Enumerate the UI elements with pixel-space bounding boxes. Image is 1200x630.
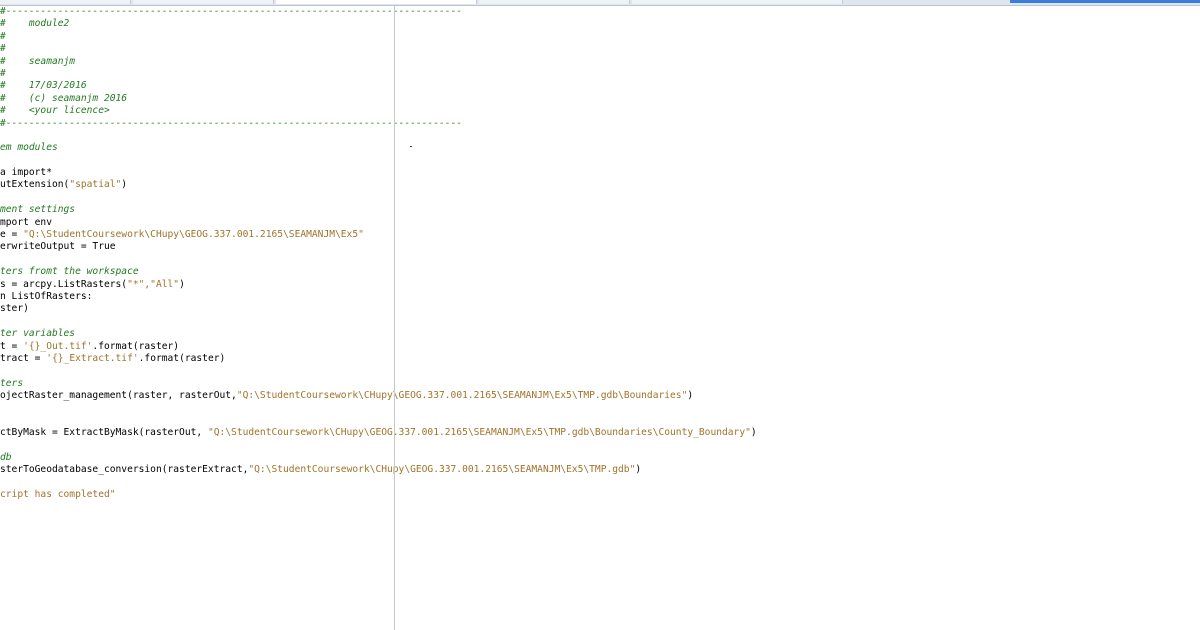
code-line[interactable]: #---------------------------------------… [0, 118, 1200, 130]
code-line[interactable] [0, 365, 1200, 377]
code-line[interactable] [0, 415, 1200, 427]
code-line[interactable]: db [0, 452, 1200, 464]
code-line[interactable]: ter variables [0, 328, 1200, 340]
code-line[interactable] [0, 440, 1200, 452]
code-comment: # [0, 30, 6, 42]
code-token: ojectRaster_management(raster, rasterOut… [0, 390, 237, 402]
code-line[interactable]: ctByMask = ExtractByMask(rasterOut, "Q:\… [0, 427, 1200, 439]
code-line[interactable]: ojectRaster_management(raster, rasterOut… [0, 390, 1200, 402]
code-comment: #---------------------------------------… [0, 6, 463, 17]
code-token: sterToGeodatabase_conversion(rasterExtra… [0, 464, 249, 476]
code-token: .format(raster) [92, 340, 180, 352]
code-comment: db [0, 452, 12, 464]
code-comment: # [0, 43, 6, 55]
code-comment: # [0, 67, 6, 79]
code-string: "Q:\StudentCoursework\CHupy\GEOG.337.001… [207, 427, 751, 439]
code-line[interactable]: # [0, 43, 1200, 55]
code-token: utExtension( [0, 179, 70, 191]
code-token: erwriteOutput = True [0, 241, 116, 253]
code-line[interactable]: # module2 [0, 18, 1200, 30]
text-cursor-marker [410, 146, 412, 147]
code-string: '{}_Extract.tif' [46, 352, 139, 364]
code-line[interactable]: n ListOfRasters: [0, 291, 1200, 303]
code-comment: # 17/03/2016 [0, 80, 87, 92]
code-line[interactable]: # [0, 68, 1200, 80]
code-token: n ListOfRasters: [0, 290, 93, 302]
code-string: "spatial" [69, 179, 122, 191]
code-token: ctByMask = ExtractByMask(rasterOut, [0, 427, 208, 439]
code-token: ) [121, 179, 128, 191]
code-line[interactable] [0, 130, 1200, 142]
code-line[interactable]: # [0, 31, 1200, 43]
code-line[interactable] [0, 155, 1200, 167]
code-token: ster) [0, 303, 29, 315]
code-comment: # module2 [0, 18, 70, 30]
code-token: .format(raster) [138, 352, 226, 364]
code-token: tract = [0, 352, 47, 364]
code-token: ) [635, 464, 642, 476]
code-comment: em modules [0, 142, 58, 154]
code-string: "Q:\StudentCoursework\CHupy\GEOG.337.001… [236, 390, 688, 402]
code-comment: # seamanjm [0, 55, 76, 67]
code-token: mport env [0, 216, 52, 228]
code-token: a import* [0, 167, 52, 179]
code-line[interactable]: #---------------------------------------… [0, 6, 1200, 18]
editor-tab[interactable] [632, 0, 843, 4]
code-line[interactable]: tract = '{}_Extract.tif'.format(raster) [0, 353, 1200, 365]
code-comment: ters fromt the workspace [0, 266, 139, 278]
editor-tab[interactable] [133, 0, 274, 4]
code-token: ) [179, 278, 185, 290]
code-editor-window: #---------------------------------------… [0, 0, 1200, 630]
code-line[interactable]: ster) [0, 303, 1200, 315]
code-line[interactable]: e = "Q:\StudentCoursework\CHupy\GEOG.337… [0, 229, 1200, 241]
right-edge-guide-line [394, 6, 395, 630]
code-string: "Q:\StudentCoursework\CHupy\GEOG.337.001… [248, 464, 636, 476]
code-comment: ters [0, 377, 24, 389]
code-line[interactable]: cript has completed" [0, 489, 1200, 501]
code-line[interactable] [0, 477, 1200, 489]
code-line[interactable]: erwriteOutput = True [0, 241, 1200, 253]
code-string: "*","All" [127, 278, 180, 290]
code-line[interactable] [0, 403, 1200, 415]
code-text-area[interactable]: #---------------------------------------… [0, 6, 1200, 502]
code-comment: #---------------------------------------… [0, 117, 463, 129]
code-string: "Q:\StudentCoursework\CHupy\GEOG.337.001… [23, 229, 364, 241]
editor-tab[interactable] [0, 0, 131, 4]
code-line[interactable] [0, 316, 1200, 328]
code-line[interactable]: ters fromt the workspace [0, 266, 1200, 278]
code-comment: ment settings [0, 204, 76, 216]
code-string: '{}_Out.tif' [23, 340, 93, 352]
code-token: s = arcpy.ListRasters( [0, 278, 128, 290]
code-line[interactable]: em modules [0, 142, 1200, 154]
tab-strip-accent [1010, 0, 1200, 3]
code-line[interactable]: ment settings [0, 204, 1200, 216]
code-line[interactable]: sterToGeodatabase_conversion(rasterExtra… [0, 464, 1200, 476]
code-token: t = [0, 340, 24, 352]
code-comment: ter variables [0, 328, 76, 340]
editor-tab[interactable] [479, 0, 630, 4]
code-token: e = [0, 229, 24, 241]
editor-tab-active[interactable] [276, 0, 477, 4]
code-string: cript has completed" [0, 489, 116, 501]
code-line[interactable]: # seamanjm [0, 56, 1200, 68]
code-line[interactable]: # <your licence> [0, 105, 1200, 117]
code-line[interactable] [0, 192, 1200, 204]
code-line[interactable]: a import* [0, 167, 1200, 179]
code-line[interactable] [0, 254, 1200, 266]
code-line[interactable]: # (c) seamanjm 2016 [0, 93, 1200, 105]
code-line[interactable]: utExtension("spatial") [0, 179, 1200, 191]
code-comment: # (c) seamanjm 2016 [0, 92, 128, 104]
code-comment: # <your licence> [0, 105, 110, 117]
code-line[interactable]: t = '{}_Out.tif'.format(raster) [0, 341, 1200, 353]
code-line[interactable]: s = arcpy.ListRasters("*","All") [0, 279, 1200, 291]
code-line[interactable]: # 17/03/2016 [0, 80, 1200, 92]
code-line[interactable]: mport env [0, 217, 1200, 229]
code-token: ) [687, 390, 694, 402]
code-line[interactable]: ters [0, 378, 1200, 390]
code-token: ) [750, 427, 757, 439]
